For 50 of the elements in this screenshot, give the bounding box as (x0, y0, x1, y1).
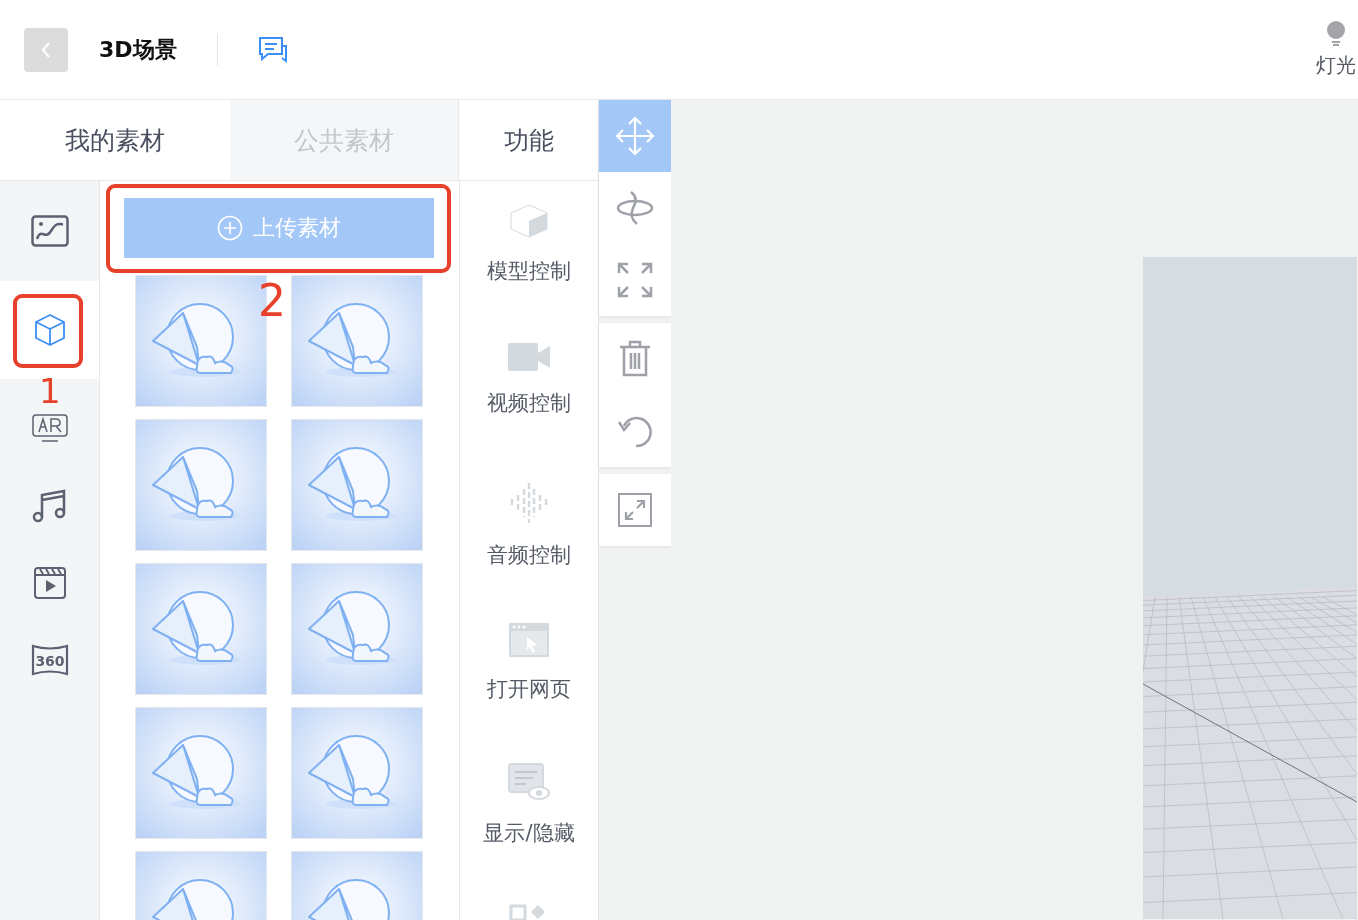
step-number: 2 (258, 279, 286, 323)
function-item[interactable]: 音频控制 (460, 461, 598, 601)
rotate-icon (615, 188, 655, 228)
cube-icon (509, 203, 549, 239)
video-clip-icon (32, 566, 67, 600)
back-button[interactable] (24, 27, 68, 72)
model-thumbnail[interactable] (291, 275, 423, 407)
function-item[interactable]: 打开网页 (460, 601, 598, 741)
light-bulb-icon[interactable] (1325, 20, 1347, 48)
plus-circle-icon (217, 215, 243, 241)
scale-tool-button[interactable] (599, 244, 671, 316)
move-tool-button[interactable] (599, 100, 671, 172)
ar-screen-icon (31, 414, 68, 444)
function-item[interactable]: 模型控制 (460, 181, 598, 321)
trash-icon (618, 340, 652, 378)
scene-title: 3D场景 (99, 35, 177, 64)
undo-tool-button[interactable] (599, 395, 671, 467)
chevron-left-icon (40, 40, 52, 59)
model-thumbnail[interactable] (135, 707, 267, 839)
document-eye-icon (508, 763, 550, 801)
panorama-360-icon: 360 (30, 643, 69, 677)
function-label: 打开网页 (487, 676, 571, 703)
chat-icon[interactable] (257, 35, 288, 64)
rotate-tool-button[interactable] (599, 172, 671, 244)
light-label[interactable]: 灯光 (1316, 52, 1356, 79)
model-thumbnail[interactable] (291, 419, 423, 551)
model-thumbnail[interactable] (135, 563, 267, 695)
video-camera-icon (508, 343, 550, 371)
model-thumbnail[interactable] (291, 563, 423, 695)
sound-wave-icon (510, 483, 548, 523)
function-label: 模型控制 (487, 258, 571, 285)
move-arrows-icon (615, 116, 655, 156)
function-item[interactable]: 视频控制 (460, 321, 598, 461)
category-tab[interactable]: 360 (0, 633, 99, 687)
delete-tool-button[interactable] (599, 323, 671, 395)
step-number: 1 (39, 374, 61, 408)
model-thumbnail[interactable] (291, 707, 423, 839)
fullscreen-icon (618, 493, 652, 527)
image-chart-icon (30, 215, 69, 247)
function-item[interactable]: 显示/隐藏 (460, 741, 598, 881)
music-note-icon (31, 489, 68, 523)
model-thumbnail[interactable] (135, 419, 267, 551)
fullscreen-tool-button[interactable] (599, 474, 671, 546)
function-label: 音频控制 (487, 542, 571, 569)
browser-window-icon (509, 623, 549, 657)
expand-corners-icon (616, 261, 654, 299)
cube-icon (32, 313, 67, 347)
function-label: 视频控制 (487, 390, 571, 417)
category-tab[interactable] (0, 281, 99, 379)
function-label: 显示/隐藏 (483, 820, 575, 847)
